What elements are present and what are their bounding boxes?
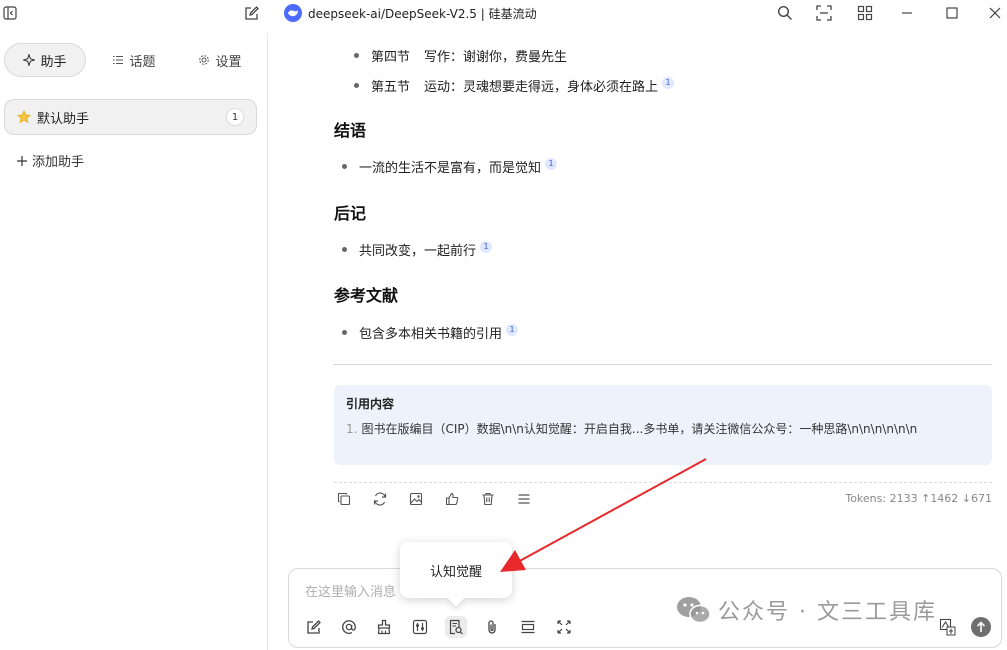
close-icon[interactable]: [985, 3, 1005, 23]
list-item: 共同改变，一起前行 1: [342, 240, 493, 259]
citation-number: 1.: [346, 422, 358, 436]
at-mention-icon[interactable]: [338, 616, 360, 638]
window-title-text: deepseek-ai/DeepSeek-V2.5 | 硅基流动: [308, 6, 537, 21]
assistant-item-default[interactable]: 默认助手 1: [4, 99, 257, 135]
citation-marker[interactable]: 1: [506, 323, 519, 336]
tab-topics-label: 话题: [129, 54, 156, 70]
assistant-label: 默认助手: [37, 111, 90, 127]
watermark: 公众号 · 文三工具库: [676, 594, 937, 626]
topic-count-badge: 1: [226, 108, 244, 126]
thumbs-up-icon[interactable]: [442, 489, 462, 509]
tooltip-text: 认知觉醒: [429, 564, 482, 580]
list-item-text: 写作：谢谢你，费曼先生: [424, 50, 568, 65]
window-title: deepseek-ai/DeepSeek-V2.5 | 硅基流动: [284, 3, 537, 23]
tab-topics[interactable]: 话题: [94, 43, 174, 77]
title-bar: deepseek-ai/DeepSeek-V2.5 | 硅基流动: [0, 0, 1007, 26]
citation-box: 引用内容 1. 图书在版编目（CIP）数据\n\n认知觉醒：开启自我...多书单，…: [334, 385, 992, 465]
citation-marker[interactable]: 1: [662, 76, 675, 89]
export-image-icon[interactable]: [406, 489, 426, 509]
grid-icon[interactable]: [855, 3, 875, 23]
divider: [334, 364, 992, 365]
add-assistant-button[interactable]: 添加助手: [16, 151, 84, 170]
translate-icon[interactable]: [937, 616, 959, 638]
tab-assistants[interactable]: 助手: [4, 43, 86, 77]
watermark-text: 公众号 · 文三工具库: [718, 600, 937, 625]
wechat-logo-icon: [676, 595, 711, 625]
search-icon[interactable]: [775, 3, 795, 23]
list-item: 第四节 写作：谢谢你，费曼先生: [354, 46, 567, 65]
annotation-arrow: [500, 458, 707, 572]
list-item-text: 一流的生活不是富有，而是觉知: [359, 161, 542, 176]
clear-context-icon[interactable]: [373, 616, 395, 638]
list-item-text: 包含多本相关书籍的引用: [359, 327, 503, 342]
bullet: [354, 53, 359, 58]
plus-icon: [16, 155, 28, 167]
section-heading: 结语: [334, 121, 367, 140]
list-icon: [112, 54, 124, 66]
maximize-icon[interactable]: [942, 3, 962, 23]
toggle-sidebar-icon[interactable]: [0, 3, 20, 23]
sidebar-tabs: 助手 话题 设置: [4, 43, 262, 77]
new-topic-icon[interactable]: [303, 616, 325, 638]
bullet: [354, 83, 359, 88]
minimize-icon[interactable]: [897, 3, 917, 23]
gear-icon: [198, 54, 210, 66]
section-heading: 参考文献: [334, 286, 399, 305]
sparkle-icon: [23, 54, 36, 66]
list-item: 一流的生活不是富有，而是觉知 1: [342, 157, 558, 176]
app-window: deepseek-ai/DeepSeek-V2.5 | 硅基流动 助手 话题 设…: [0, 0, 1007, 650]
message-input-placeholder[interactable]: 在这里输入消息: [305, 581, 396, 600]
settings-sliders-icon[interactable]: [409, 616, 431, 638]
sidebar: 助手 话题 设置 默认助手 1 添加助手: [0, 33, 268, 650]
collapse-icon[interactable]: [517, 616, 539, 638]
knowledge-base-icon[interactable]: [445, 616, 467, 638]
new-chat-icon[interactable]: [242, 3, 262, 23]
regenerate-icon[interactable]: [370, 489, 390, 509]
token-usage: Tokens: 2133 ↑1462 ↓671: [845, 492, 992, 505]
send-button[interactable]: [971, 617, 991, 637]
bullet: [342, 330, 347, 335]
list-item-text: 运动：灵魂想要走得远，身体必须在路上: [424, 80, 659, 95]
scan-icon[interactable]: [814, 3, 834, 23]
add-assistant-label: 添加助手: [32, 155, 85, 170]
section-number: 第五节: [371, 80, 411, 95]
tab-assistants-label: 助手: [40, 54, 67, 70]
list-item: 第五节 运动：灵魂想要走得远，身体必须在路上 1: [354, 76, 675, 95]
section-heading: 后记: [334, 204, 367, 223]
tab-settings-label: 设置: [215, 54, 242, 70]
citation-item[interactable]: 1. 图书在版编目（CIP）数据\n\n认知觉醒：开启自我...多书单，请关注微信…: [346, 420, 980, 437]
tab-settings[interactable]: 设置: [180, 43, 260, 77]
bullet: [342, 164, 347, 169]
list-item-text: 共同改变，一起前行: [359, 244, 477, 259]
citation-text: 图书在版编目（CIP）数据\n\n认知觉醒：开启自我...多书单，请关注微信公众…: [361, 422, 918, 436]
copy-icon[interactable]: [334, 489, 354, 509]
expand-icon[interactable]: [553, 616, 575, 638]
citation-title: 引用内容: [346, 397, 395, 411]
list-item: 包含多本相关书籍的引用 1: [342, 323, 519, 342]
section-number: 第四节: [371, 50, 411, 65]
citation-marker[interactable]: 1: [480, 240, 493, 253]
citation-marker[interactable]: 1: [545, 157, 558, 170]
deepseek-logo-icon: [284, 4, 302, 22]
bullet: [342, 247, 347, 252]
star-icon: [17, 110, 31, 124]
attachment-icon[interactable]: [481, 616, 503, 638]
